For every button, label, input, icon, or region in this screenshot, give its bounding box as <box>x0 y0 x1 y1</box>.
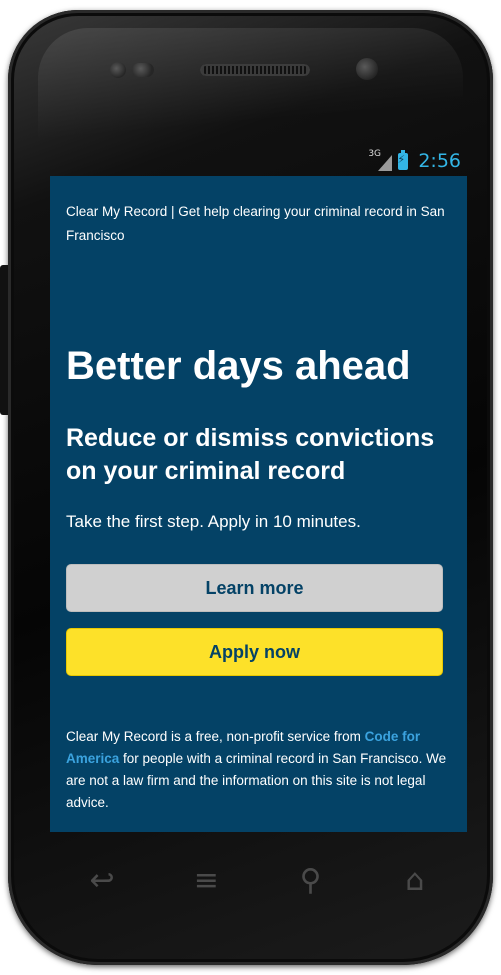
learn-more-button[interactable]: Learn more <box>66 564 443 612</box>
earpiece-speaker <box>200 64 310 76</box>
navigation-bar: ↩ ≡ ⚲ ⌂ <box>50 845 467 915</box>
signal-icon: 3G <box>368 149 393 171</box>
footer-text-start: Clear My Record is a free, non-profit se… <box>66 729 365 744</box>
lead-text: Take the first step. Apply in 10 minutes… <box>66 512 361 531</box>
search-icon[interactable]: ⚲ <box>281 863 341 898</box>
menu-icon[interactable]: ≡ <box>176 863 236 898</box>
site-title: Clear My Record | Get help clearing your… <box>66 204 445 243</box>
footer-disclaimer: Clear My Record is a free, non-profit se… <box>66 726 458 814</box>
proximity-sensor-icon <box>132 63 154 77</box>
status-bar: 3G 2:56 <box>50 146 467 176</box>
browser-screen: Clear My Record | Get help clearing your… <box>50 176 467 832</box>
volume-key <box>0 265 8 415</box>
back-icon[interactable]: ↩ <box>72 863 132 898</box>
apply-now-button[interactable]: Apply now <box>66 628 443 676</box>
home-icon[interactable]: ⌂ <box>385 863 445 898</box>
page-headline: Better days ahead <box>66 344 411 388</box>
sensor-icon <box>110 62 126 78</box>
status-clock: 2:56 <box>418 150 461 172</box>
page-subheadline: Reduce or dismiss convictions on your cr… <box>66 424 435 485</box>
front-camera-icon <box>356 58 378 80</box>
battery-charging-icon <box>397 149 409 170</box>
footer-text-end: for people with a criminal record in San… <box>66 751 447 810</box>
